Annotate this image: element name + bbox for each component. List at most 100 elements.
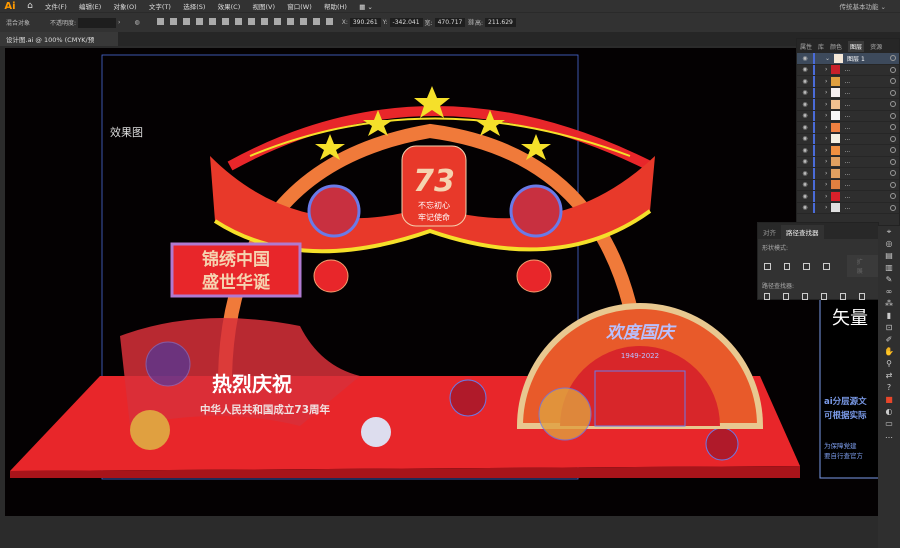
chevron-right-icon[interactable]: › [825, 66, 827, 73]
x-input[interactable]: 390.261 [349, 18, 381, 27]
target-icon[interactable] [890, 181, 896, 188]
target-icon[interactable] [890, 89, 896, 96]
workspace-switcher[interactable]: 传统基本功能 ⌄ [839, 1, 886, 11]
eye-icon[interactable]: ◉ [797, 124, 813, 131]
chevron-right-icon[interactable]: › [825, 89, 827, 96]
more-icon[interactable]: … [885, 430, 893, 442]
eye-icon[interactable]: ◉ [797, 170, 813, 177]
height-input[interactable]: 211.629 [485, 18, 516, 27]
menu-select[interactable]: 选择(S) [183, 3, 205, 11]
sublayer-row[interactable]: ◉ ›... [797, 87, 899, 99]
sublayer-row[interactable]: ◉ ›... [797, 99, 899, 111]
perspective-icon[interactable]: ▤ [885, 250, 893, 262]
sublayer-row[interactable]: ◉ ›... [797, 145, 899, 157]
target-icon[interactable] [890, 101, 896, 108]
canvas[interactable]: 效果图 73 不忘初心 牢记使命 锦绣中国 盛世华诞 热烈庆祝 中华人民共和国成… [0, 46, 880, 548]
unite-icon[interactable] [764, 262, 771, 270]
menu-view[interactable]: 视图(V) [252, 3, 275, 11]
eyedropper-icon[interactable]: ✎ [886, 274, 893, 286]
target-icon[interactable] [890, 147, 896, 154]
hand-icon[interactable]: ✋ [884, 346, 894, 358]
sublayer-row[interactable]: ◉ ›... [797, 122, 899, 134]
home-icon[interactable]: ⌂ [20, 1, 40, 11]
chevron-right-icon[interactable]: › [825, 181, 827, 188]
color-mode-icon[interactable]: ■ [885, 394, 893, 406]
width-input[interactable]: 470.717 [434, 18, 466, 27]
divide-icon[interactable] [764, 293, 770, 300]
align-icons[interactable] [154, 18, 336, 27]
eye-icon[interactable]: ◉ [797, 101, 813, 108]
swap-colors-icon[interactable]: ⇄ [886, 370, 893, 382]
chevron-right-icon[interactable]: › [825, 124, 827, 131]
target-icon[interactable] [890, 66, 896, 73]
slice-icon[interactable]: ✐ [886, 334, 893, 346]
graph-icon[interactable]: ▮ [887, 310, 891, 322]
sublayer-row[interactable]: ◉ ›... [797, 110, 899, 122]
intersect-icon[interactable] [803, 262, 811, 270]
target-icon[interactable] [890, 193, 896, 200]
eye-icon[interactable]: ◉ [797, 89, 813, 96]
chevron-down-icon[interactable]: ⌄ [825, 55, 830, 62]
tab-properties[interactable]: 属性 [800, 42, 812, 51]
eye-icon[interactable]: ◉ [797, 204, 813, 211]
sublayer-row[interactable]: ◉ ›... [797, 133, 899, 145]
chevron-right-icon[interactable]: › [825, 135, 827, 142]
tab-layers[interactable]: 图层 [848, 40, 865, 52]
target-icon[interactable] [890, 170, 896, 177]
drawing-mode-icon[interactable]: ◐ [886, 406, 893, 418]
trim-icon[interactable] [783, 293, 789, 300]
tab-align[interactable]: 对齐 [758, 225, 781, 239]
eye-icon[interactable]: ◉ [797, 193, 813, 200]
menu-help[interactable]: 帮助(H) [324, 3, 347, 11]
chevron-right-icon[interactable]: › [825, 193, 827, 200]
y-input[interactable]: -342.041 [389, 18, 423, 27]
arrange-icon[interactable]: ▦ ⌄ [359, 3, 373, 11]
zoom-icon[interactable]: ⚲ [886, 358, 892, 370]
target-icon[interactable] [890, 78, 896, 85]
chevron-right-icon[interactable]: › [118, 19, 120, 26]
lasso-icon[interactable]: ⌖ [887, 226, 892, 238]
sublayer-row[interactable]: ◉ ›... [797, 64, 899, 76]
merge-icon[interactable] [802, 293, 808, 300]
layer-row[interactable]: ◉ ⌄ 图层 1 [797, 53, 899, 65]
exclude-icon[interactable] [823, 262, 830, 270]
chevron-right-icon[interactable]: › [825, 112, 827, 119]
eye-icon[interactable]: ◉ [797, 55, 813, 62]
sublayer-row[interactable]: ◉ ›... [797, 76, 899, 88]
artboard-icon[interactable]: ⊡ [886, 322, 893, 334]
target-icon[interactable] [890, 112, 896, 119]
menu-edit[interactable]: 编辑(E) [79, 3, 101, 11]
tab-libraries[interactable]: 库 [818, 42, 824, 51]
screen-mode-icon[interactable]: ▭ [885, 418, 893, 430]
tab-color[interactable]: 颜色 [830, 42, 842, 51]
recolor-icon[interactable]: ◍ [134, 19, 139, 26]
eye-icon[interactable]: ◉ [797, 78, 813, 85]
menu-type[interactable]: 文字(T) [149, 3, 171, 11]
target-icon[interactable] [890, 124, 896, 131]
document-tab[interactable]: 设计图.ai @ 100% (CMYK/预览)× [0, 32, 118, 54]
chevron-right-icon[interactable]: › [825, 170, 827, 177]
chevron-right-icon[interactable]: › [825, 158, 827, 165]
gradient-icon[interactable]: ▥ [885, 262, 893, 274]
menu-object[interactable]: 对象(O) [113, 3, 136, 11]
sublayer-row[interactable]: ◉ ›... [797, 156, 899, 168]
tab-assets[interactable]: 资源 [870, 42, 882, 51]
symbol-sprayer-icon[interactable]: ⁂ [885, 298, 893, 310]
menu-effect[interactable]: 效果(C) [218, 3, 241, 11]
outline-icon[interactable] [840, 293, 846, 300]
target-icon[interactable] [890, 204, 896, 211]
target-icon[interactable] [890, 135, 896, 142]
shape-builder-icon[interactable]: ◎ [886, 238, 893, 250]
minus-front-icon[interactable] [783, 262, 791, 270]
tab-pathfinder[interactable]: 路径查找器 [781, 225, 824, 239]
opacity-input[interactable] [78, 17, 117, 28]
blend-icon[interactable]: ∞ [886, 286, 893, 298]
expand-button[interactable]: 扩展 [846, 255, 879, 277]
eye-icon[interactable]: ◉ [797, 135, 813, 142]
sublayer-row[interactable]: ◉ ›... [797, 202, 899, 214]
crop-icon[interactable] [821, 293, 827, 300]
chevron-right-icon[interactable]: › [825, 204, 827, 211]
chevron-right-icon[interactable]: › [825, 101, 827, 108]
target-icon[interactable] [890, 55, 896, 62]
menu-file[interactable]: 文件(F) [45, 3, 67, 11]
